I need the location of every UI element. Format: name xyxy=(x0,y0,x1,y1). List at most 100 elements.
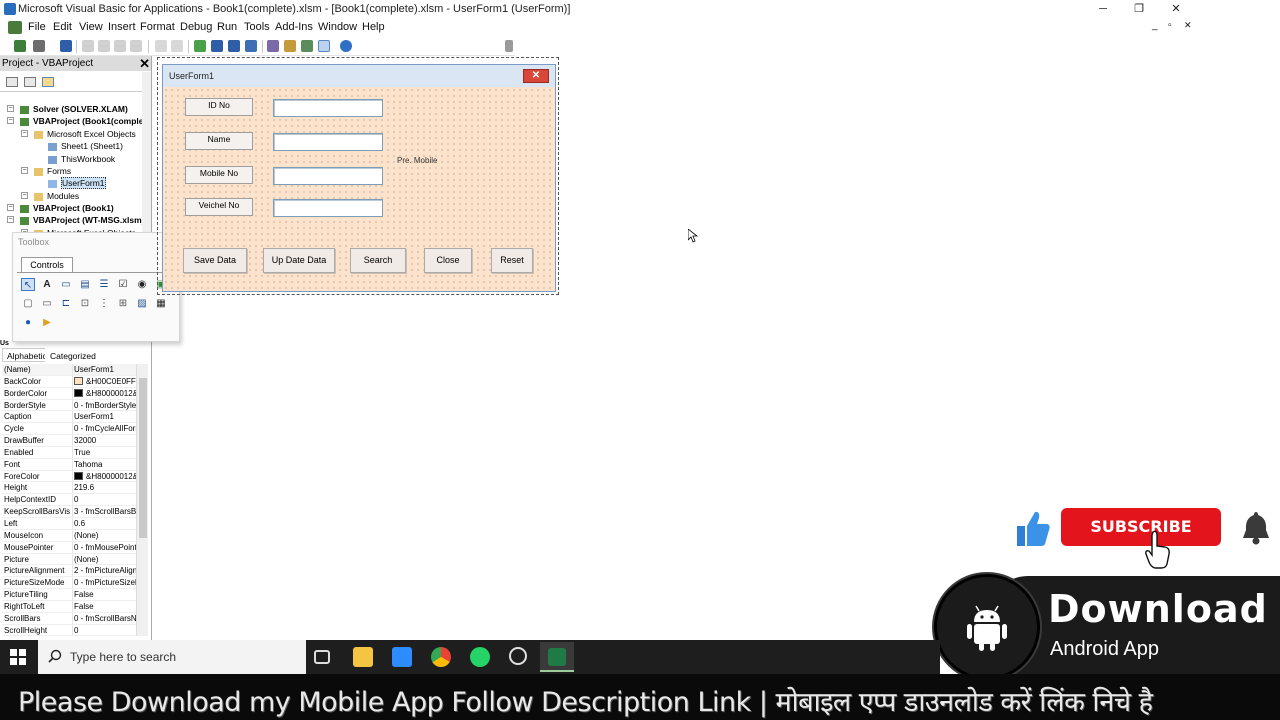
inner-minimize-button[interactable]: _ xyxy=(1152,20,1158,31)
taskbar-search-box[interactable]: Type here to search xyxy=(38,640,306,674)
textbox-veichel-no[interactable] xyxy=(273,199,383,217)
frame-control-icon[interactable]: ▢ xyxy=(21,297,35,310)
tree-expander-icon[interactable]: − xyxy=(21,130,28,137)
property-value[interactable]: 0 xyxy=(72,624,136,636)
property-value[interactable]: 0 - fmMousePointerDefault xyxy=(72,541,136,553)
properties-window-icon[interactable] xyxy=(284,40,296,52)
image-control-icon[interactable]: ▨ xyxy=(135,297,149,310)
property-row[interactable]: BackColor &H00C0E0FF& xyxy=(2,375,136,388)
property-value[interactable]: 0 - fmScrollBarsNone xyxy=(72,612,136,624)
combobox-control-icon[interactable]: ▤ xyxy=(78,278,92,291)
property-row[interactable]: Caption UserForm1 xyxy=(2,411,136,424)
property-row[interactable]: (Name) UserForm1 xyxy=(2,364,136,376)
tab-categorized[interactable]: Categorized xyxy=(45,348,101,362)
checkbox-control-icon[interactable]: ☑ xyxy=(116,278,130,291)
property-value[interactable]: (None) xyxy=(72,553,136,565)
tree-item[interactable]: ThisWorkbook xyxy=(48,153,115,165)
property-value[interactable]: 0 - fmBorderStyleNone xyxy=(72,399,136,411)
property-value[interactable]: 2 - fmPictureAlignmentCenter xyxy=(72,565,136,577)
property-value[interactable]: 0 - fmCycleAllForms xyxy=(72,423,136,435)
project-scrollbar[interactable] xyxy=(142,72,151,234)
property-row[interactable]: HelpContextID 0 xyxy=(2,494,136,507)
commandbutton-control-icon[interactable]: ▭ xyxy=(40,297,54,310)
property-row[interactable]: ForeColor &H80000012& xyxy=(2,470,136,483)
save-data-button[interactable]: Save Data xyxy=(183,248,247,273)
property-value[interactable]: 0 - fmPictureSizeModeClip xyxy=(72,577,136,589)
cut-icon[interactable] xyxy=(82,40,94,52)
windows-start-icon[interactable] xyxy=(10,649,26,665)
property-row[interactable]: Picture (None) xyxy=(2,553,136,566)
tree-expander-icon[interactable]: − xyxy=(7,105,14,112)
scrollbar-control-icon[interactable]: ⋮ xyxy=(97,297,111,310)
vba-menu-icon[interactable] xyxy=(8,21,22,34)
property-row[interactable]: ScrollBars 0 - fmScrollBarsNone xyxy=(2,612,136,625)
view-object-icon[interactable] xyxy=(24,77,36,87)
label-veichel-no[interactable]: Veichel No xyxy=(185,198,253,216)
undo-icon[interactable] xyxy=(155,40,167,52)
property-row[interactable]: BorderStyle 0 - fmBorderStyleNone xyxy=(2,399,136,412)
download-subtitle[interactable]: Android App xyxy=(1050,638,1159,661)
property-row[interactable]: MouseIcon (None) xyxy=(2,529,136,542)
close-button[interactable]: Close xyxy=(424,248,472,273)
like-icon[interactable] xyxy=(1013,508,1051,548)
tree-expander-icon[interactable]: − xyxy=(21,167,28,174)
property-value[interactable]: &H80000012& xyxy=(72,470,136,482)
label-pre-mobile[interactable]: Pre. Mobile xyxy=(397,156,437,165)
save-icon[interactable] xyxy=(60,40,72,52)
property-row[interactable]: RightToLeft False xyxy=(2,600,136,613)
property-row[interactable]: KeepScrollBarsVisible 3 - fmScrollBarsBot… xyxy=(2,506,136,518)
tree-item[interactable]: UserForm1 xyxy=(48,177,106,189)
tree-item[interactable]: Solver (SOLVER.XLAM) xyxy=(20,103,128,115)
file-explorer-icon[interactable] xyxy=(353,647,373,667)
tabstrip-control-icon[interactable]: ⊏ xyxy=(59,297,73,310)
tree-item[interactable]: Sheet1 (Sheet1) xyxy=(48,140,123,152)
property-value[interactable]: False xyxy=(72,589,136,600)
menu-format[interactable]: Format xyxy=(140,21,175,33)
property-row[interactable]: DrawBuffer 32000 xyxy=(2,435,136,447)
redo-icon[interactable] xyxy=(171,40,183,52)
property-value[interactable]: False xyxy=(72,600,136,612)
download-title[interactable]: Download xyxy=(1048,587,1268,631)
property-row[interactable]: Cycle 0 - fmCycleAllForms xyxy=(2,423,136,436)
insert-userform-icon[interactable] xyxy=(33,40,45,52)
tree-item[interactable]: Forms xyxy=(34,165,71,177)
property-value[interactable]: UserForm1 xyxy=(72,364,136,375)
property-value[interactable]: True xyxy=(72,446,136,458)
close-project-explorer-icon[interactable]: ✕ xyxy=(139,56,150,71)
menu-tools[interactable]: Tools xyxy=(244,21,270,33)
inner-close-button[interactable]: ✕ xyxy=(1184,20,1192,31)
break-icon[interactable] xyxy=(211,40,223,52)
scroll-thumb[interactable] xyxy=(139,378,147,538)
property-value[interactable]: 3 - fmScrollBarsBoth xyxy=(72,506,136,517)
chrome-icon[interactable] xyxy=(431,647,451,667)
tree-item[interactable]: Modules xyxy=(34,190,79,202)
run-icon[interactable] xyxy=(194,40,206,52)
whatsapp-icon[interactable] xyxy=(470,647,490,667)
menu-window[interactable]: Window xyxy=(318,21,357,33)
excel-icon[interactable] xyxy=(548,648,566,666)
label-id-no[interactable]: ID No xyxy=(185,98,253,116)
reset-button[interactable]: Reset xyxy=(491,248,533,273)
textbox-control-icon[interactable]: ▭ xyxy=(59,278,73,291)
menu-insert[interactable]: Insert xyxy=(108,21,136,33)
property-value[interactable]: 0 xyxy=(72,494,136,506)
property-row[interactable]: Font Tahoma xyxy=(2,458,136,471)
userform-close-button[interactable]: ✕ xyxy=(523,69,549,83)
multipage-control-icon[interactable]: ⊡ xyxy=(78,297,92,310)
menu-run[interactable]: Run xyxy=(217,21,237,33)
label-name[interactable]: Name xyxy=(185,132,253,150)
reset-icon[interactable] xyxy=(228,40,240,52)
property-row[interactable]: PictureAlignment 2 - fmPictureAlignmentCe… xyxy=(2,565,136,578)
media-control-icon[interactable]: ▶ xyxy=(40,316,54,329)
property-row[interactable]: PictureSizeMode 0 - fmPictureSizeModeClip xyxy=(2,577,136,590)
property-value[interactable]: (None) xyxy=(72,529,136,541)
project-explorer-icon[interactable] xyxy=(267,40,279,52)
excel-view-icon[interactable] xyxy=(14,40,26,52)
copy-icon[interactable] xyxy=(98,40,110,52)
toolbar-grip-icon[interactable] xyxy=(505,40,513,52)
property-value[interactable]: 0.6 xyxy=(72,517,136,529)
tab-controls[interactable]: Controls xyxy=(21,257,73,273)
update-data-button[interactable]: Up Date Data xyxy=(263,248,335,273)
tree-item[interactable]: VBAProject (Book1(complete xyxy=(20,115,151,127)
find-icon[interactable] xyxy=(130,40,142,52)
